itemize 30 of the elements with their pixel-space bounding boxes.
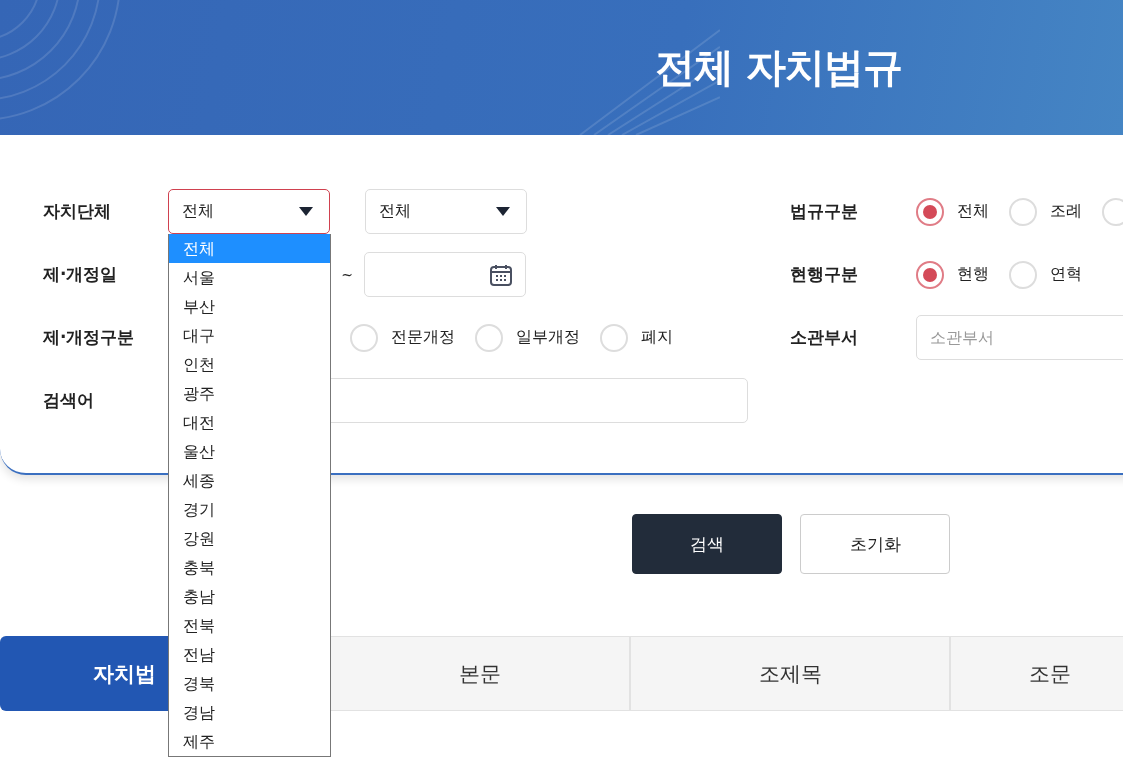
field-label: 제·개정구분 (43, 326, 136, 349)
field-label: 소관부서 (790, 326, 859, 349)
field-label: 법규구분 (790, 200, 859, 223)
radio-label: 전문개정 (391, 327, 455, 348)
radio-label: 폐지 (641, 327, 673, 348)
radio-label: 일부개정 (516, 327, 580, 348)
caret-icon (496, 207, 510, 216)
radio-label: 현행 (957, 264, 989, 285)
field-label: 검색어 (43, 389, 95, 412)
range-separator: ~ (340, 266, 354, 283)
radio-label: 조례 (1050, 201, 1082, 222)
district-select[interactable]: 전체 (365, 189, 527, 234)
radio-button[interactable] (916, 260, 944, 289)
radio-label: 전체 (957, 201, 989, 222)
radio-label: 연혁 (1050, 264, 1082, 285)
field-label: 제·개정일 (43, 263, 119, 286)
region-select[interactable]: 전체 (168, 189, 330, 234)
tab[interactable]: 조문 (950, 636, 1123, 711)
caret-icon (299, 207, 313, 216)
tab[interactable]: 조제목 (630, 636, 950, 711)
department-field[interactable]: 소관부서 (916, 315, 1123, 360)
field-label: 자치단체 (43, 200, 112, 223)
tab[interactable]: 본문 (330, 636, 630, 711)
date-field[interactable] (364, 252, 526, 297)
reset-button[interactable]: 초기화 (800, 514, 950, 574)
field-label: 현행구분 (790, 263, 859, 286)
page-title: 전체 자치법규 (655, 43, 902, 92)
radio-button[interactable] (916, 197, 944, 226)
calendar-icon[interactable] (489, 262, 513, 287)
search-button[interactable]: 검색 (632, 514, 782, 574)
